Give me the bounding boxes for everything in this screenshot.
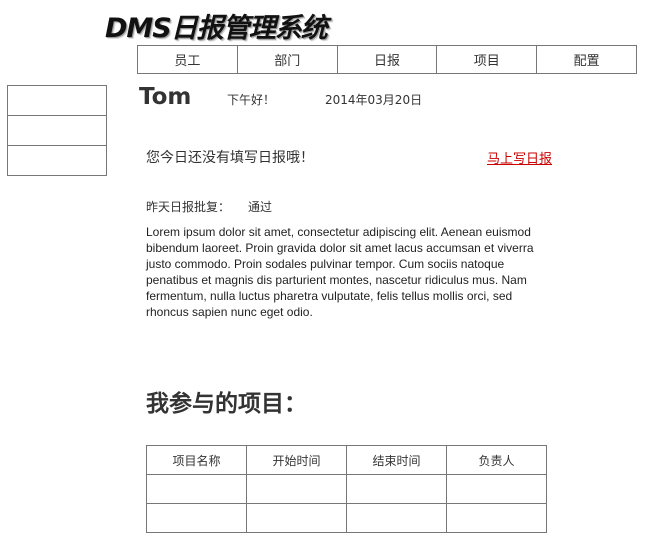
table-cell xyxy=(346,474,447,504)
table-cell xyxy=(446,474,547,504)
column-header-start-time: 开始时间 xyxy=(246,445,347,475)
column-header-owner: 负责人 xyxy=(446,445,547,475)
top-nav: 员工 部门 日报 项目 配置 xyxy=(137,45,637,74)
sidebar xyxy=(7,85,107,176)
review-label: 昨天日报批复： xyxy=(146,200,231,214)
sidebar-item[interactable] xyxy=(8,86,106,115)
table-cell xyxy=(246,503,347,533)
nav-item-daily-reports[interactable]: 日报 xyxy=(336,46,437,73)
table-cell xyxy=(146,474,247,504)
nav-item-projects[interactable]: 项目 xyxy=(436,46,536,73)
nav-item-settings[interactable]: 配置 xyxy=(536,46,636,73)
daily-report-notice: 您今日还没有填写日报哦！ xyxy=(146,150,314,166)
write-report-link[interactable]: 马上写日报 xyxy=(487,148,552,167)
projects-heading: 我参与的项目： xyxy=(146,391,307,417)
column-header-end-time: 结束时间 xyxy=(346,445,447,475)
nav-item-employees[interactable]: 员工 xyxy=(138,46,237,73)
review-comment: Lorem ipsum dolor sit amet, consectetur … xyxy=(146,225,534,319)
table-row xyxy=(146,503,547,533)
user-name: Tom xyxy=(139,84,192,110)
table-row xyxy=(146,474,547,504)
sidebar-item[interactable] xyxy=(8,115,106,145)
column-header-project-name: 项目名称 xyxy=(146,445,247,475)
table-cell xyxy=(346,503,447,533)
nav-item-departments[interactable]: 部门 xyxy=(236,46,337,73)
sidebar-item[interactable] xyxy=(8,145,106,175)
greeting-text: 下午好！ xyxy=(227,93,276,107)
projects-table: 项目名称 开始时间 结束时间 负责人 xyxy=(146,445,547,533)
table-cell xyxy=(246,474,347,504)
table-header-row: 项目名称 开始时间 结束时间 负责人 xyxy=(146,445,547,475)
table-cell xyxy=(446,503,547,533)
current-date: 2014年03月20日 xyxy=(325,93,423,107)
table-cell xyxy=(146,503,247,533)
review-status: 通过 xyxy=(248,200,273,214)
app-logo: DMS日报管理系统 xyxy=(105,13,328,44)
